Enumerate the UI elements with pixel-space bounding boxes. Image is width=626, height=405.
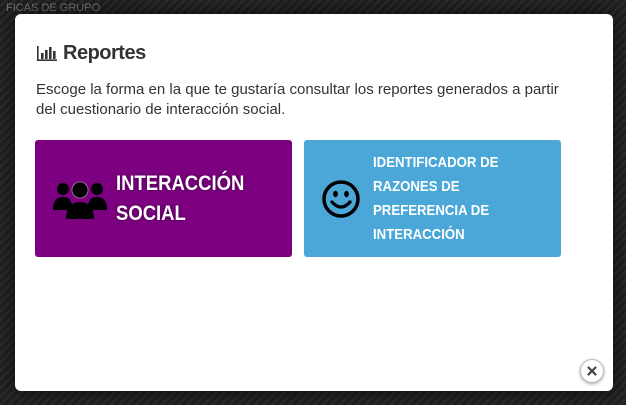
smiley-icon xyxy=(322,179,360,218)
bar-chart-icon xyxy=(37,46,57,61)
social-interaction-label: INTERACCIÓN SOCIAL xyxy=(116,171,245,225)
close-button[interactable] xyxy=(580,359,604,383)
preference-reasons-label: IDENTIFICADOR DE RAZONES DE PREFERENCIA … xyxy=(373,153,499,243)
preference-reasons-tile[interactable]: IDENTIFICADOR DE RAZONES DE PREFERENCIA … xyxy=(304,140,561,257)
modal-title: Reportes xyxy=(63,41,146,64)
modal-header: Reportes xyxy=(36,40,146,66)
background-header-text: FICAS DE GRUPO xyxy=(6,2,101,14)
modal-description: Escoge la forma en la que te gustaría co… xyxy=(36,81,559,118)
social-interaction-tile[interactable]: INTERACCIÓN SOCIAL xyxy=(35,140,292,257)
close-icon xyxy=(587,366,597,376)
group-icon xyxy=(53,181,107,219)
reports-modal: Reportes Escoge la forma en la que te gu… xyxy=(15,14,613,391)
